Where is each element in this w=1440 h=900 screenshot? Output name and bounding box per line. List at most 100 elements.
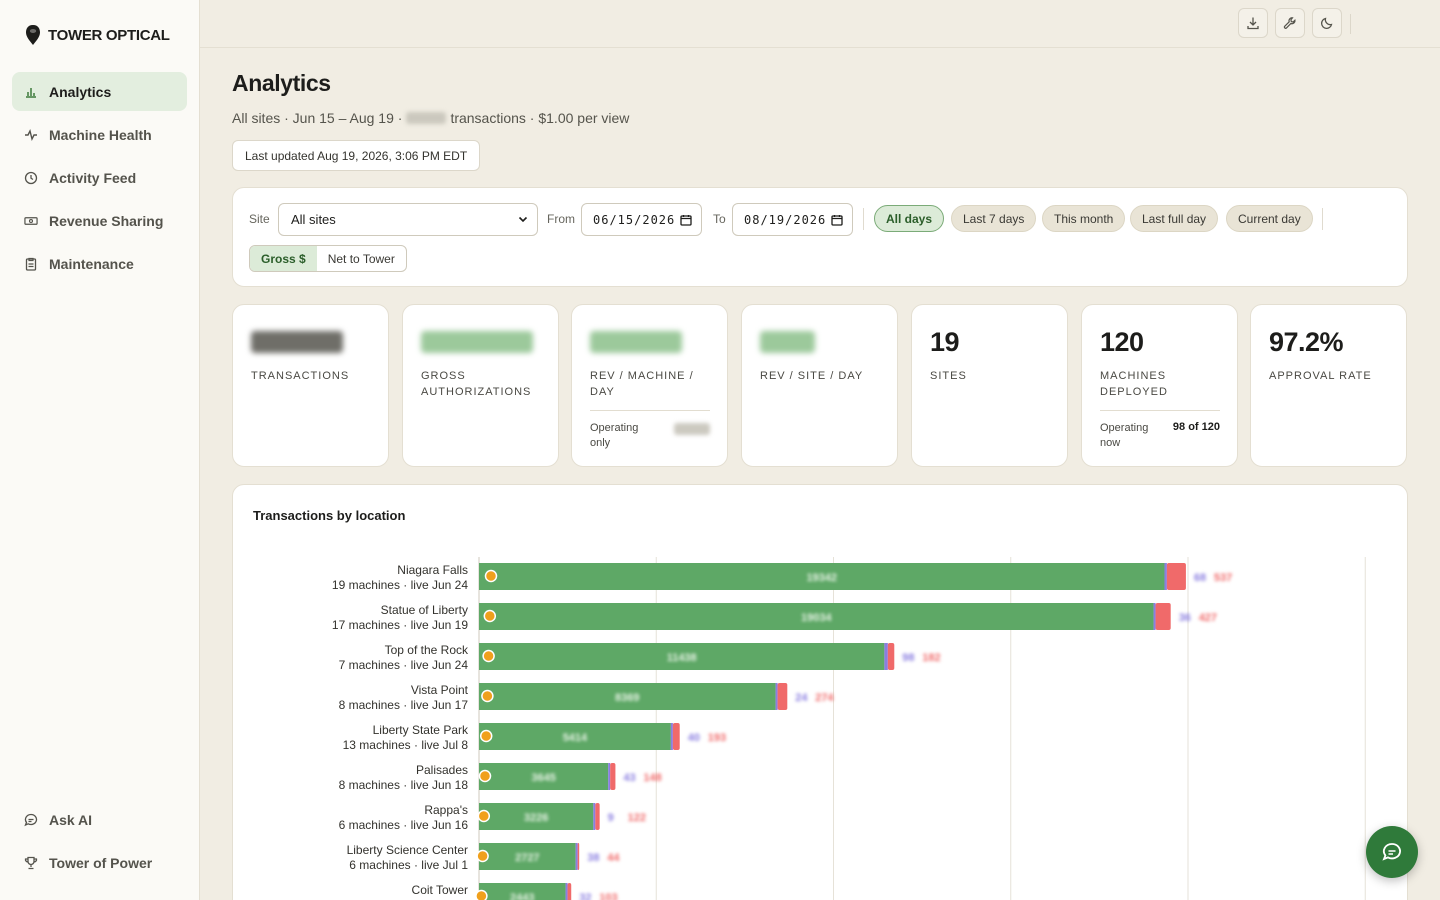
sidebar: TOWER OPTICAL Analytics Machine Health A… (0, 0, 200, 900)
purple-value-label: 40 (688, 732, 700, 744)
nav-item-label: Activity Feed (49, 169, 137, 186)
brand[interactable]: TOWER OPTICAL (24, 24, 170, 46)
kpi-sub-label: Operating only (590, 422, 639, 449)
location-detail-label: 13 machines · live Jul 8 (343, 738, 469, 752)
nav-item-label: Tower of Power (49, 854, 153, 871)
to-date-input[interactable]: 08/19/2026 (732, 203, 853, 236)
nav-item-machine-health[interactable]: Machine Health (12, 115, 187, 154)
settings-button[interactable] (1275, 8, 1305, 38)
kpi-label: GROSS AUTHORIZATIONS (421, 370, 532, 398)
redacted-value (760, 331, 815, 353)
subtitle-suffix: transactions · $1.00 per view (450, 110, 630, 126)
calendar-icon (831, 215, 843, 226)
bar-segment-purple (565, 883, 568, 900)
red-value-label: 193 (708, 732, 726, 744)
nav-item-ask-ai[interactable]: Ask AI (12, 800, 187, 839)
download-button[interactable] (1238, 8, 1268, 38)
live-date-marker (476, 849, 489, 863)
net-mode-button[interactable]: Net to Tower (317, 246, 406, 271)
bar-segment-purple (593, 803, 596, 830)
redacted-sub-value (674, 423, 710, 435)
bar-value-label: 19034 (801, 612, 832, 624)
tower-logo-icon (26, 25, 40, 45)
range-current-day[interactable]: Current day (1226, 205, 1313, 232)
nav-item-analytics[interactable]: Analytics (12, 72, 187, 111)
location-name-label: Coit Tower (412, 883, 468, 897)
site-select-value: All sites (291, 212, 336, 227)
purple-value-label: 98 (902, 652, 914, 664)
kpi-sub-row: Operating now 98 of 120 (1100, 410, 1220, 451)
range-this-month[interactable]: This month (1042, 205, 1126, 232)
transactions-by-location-chart: Niagara Falls19 machines · live Jun 24 19… (332, 557, 1366, 900)
location-name-label: Liberty Science Center (347, 843, 468, 857)
pulse-icon (24, 128, 38, 142)
red-value-label: 122 (628, 812, 646, 824)
bar-segment-purple (608, 763, 611, 790)
from-date-input[interactable]: 06/15/2026 (581, 203, 702, 236)
bar-value-label: 2727 (515, 852, 539, 864)
nav-item-tower-of-power[interactable]: Tower of Power (12, 843, 187, 882)
download-icon (1247, 17, 1259, 30)
red-value-label: 44 (607, 852, 620, 864)
to-date-value: 08/19/2026 (744, 212, 827, 227)
bar-segment-red (672, 723, 680, 750)
chat-assistant-button[interactable] (1366, 826, 1418, 878)
page-title: Analytics (232, 70, 331, 96)
kpi-label: TRANSACTIONS (251, 370, 350, 382)
purple-value-label: 36 (1179, 612, 1191, 624)
live-date-marker (481, 689, 494, 703)
range-all-days[interactable]: All days (874, 205, 945, 232)
kpi-transactions: TRANSACTIONS (232, 304, 389, 467)
range-last-full-day[interactable]: Last full day (1130, 205, 1219, 232)
location-detail-label: 19 machines · live Jun 24 (332, 578, 468, 592)
purple-value-label: 32 (579, 892, 591, 900)
location-name-label: Rappa's (424, 803, 468, 817)
location-name-label: Statue of Liberty (381, 603, 468, 617)
bar-segment-purple (575, 843, 578, 870)
nav-item-activity-feed[interactable]: Activity Feed (12, 158, 187, 197)
kpi-sub-row: Operating only (590, 410, 710, 451)
theme-toggle-button[interactable] (1312, 8, 1342, 38)
bar-segment-red (610, 763, 616, 790)
kpi-sub-label: Operating now (1100, 422, 1149, 449)
bar-segment-purple (1164, 563, 1167, 590)
bar-value-label: 8369 (615, 692, 639, 704)
live-date-marker (475, 889, 488, 900)
location-detail-label: 6 machines · live Jun 16 (339, 818, 469, 832)
nav-item-maintenance[interactable]: Maintenance (12, 244, 187, 283)
bar-segment-purple (884, 643, 888, 670)
filter-divider (863, 208, 864, 230)
subtitle-prefix: All sites · Jun 15 – Aug 19 · (232, 110, 403, 126)
purple-value-label: 38 (587, 852, 599, 864)
live-date-marker (478, 769, 492, 783)
location-detail-label: 17 machines · live Jun 19 (332, 618, 468, 632)
bar-segment-red (567, 883, 572, 900)
bar-segment-purple (1153, 603, 1156, 630)
kpi-label: APPROVAL RATE (1269, 370, 1372, 382)
gross-mode-button[interactable]: Gross $ (250, 246, 317, 271)
kpi-gross-authorizations: GROSS AUTHORIZATIONS (402, 304, 559, 467)
bar-value-label: 2443 (510, 892, 534, 900)
bottom-nav: Ask AI Tower of Power (12, 800, 187, 886)
range-last-7-days[interactable]: Last 7 days (951, 205, 1037, 232)
location-detail-label: 8 machines · live Jun 17 (339, 698, 469, 712)
bar-segment-red (777, 683, 788, 710)
kpi-label: REV / MACHINE / DAY (590, 370, 694, 398)
kpi-approval-rate: 97.2% APPROVAL RATE (1250, 304, 1407, 467)
bar-value-label: 3645 (531, 772, 555, 784)
kpi-value: 19 (930, 327, 960, 357)
live-date-marker (479, 729, 493, 743)
from-label: From (547, 212, 575, 226)
clock-icon (24, 171, 38, 185)
chat-icon (24, 813, 38, 827)
site-select[interactable]: All sites (278, 203, 538, 236)
bar-value-label: 19342 (806, 572, 837, 584)
location-name-label: Palisades (416, 763, 468, 777)
site-label: Site (249, 212, 270, 226)
bar-segment-purple (775, 683, 778, 710)
nav-item-revenue-sharing[interactable]: Revenue Sharing (12, 201, 187, 240)
red-value-label: 537 (1214, 572, 1232, 584)
bar-chart-icon (24, 85, 38, 99)
purple-value-label: 24 (795, 692, 808, 704)
filter-divider (1322, 208, 1323, 230)
